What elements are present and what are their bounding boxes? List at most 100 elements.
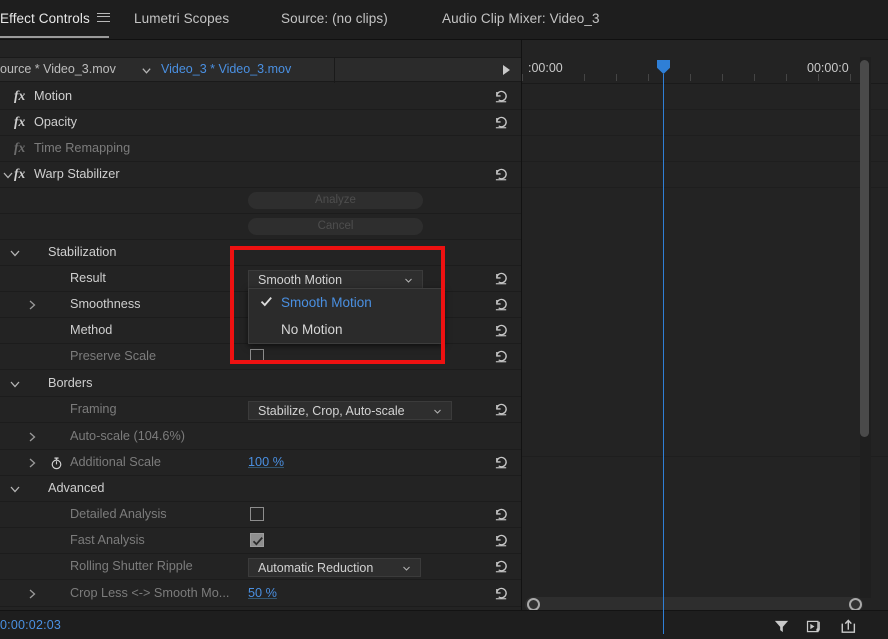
tab-lumetri-scopes[interactable]: Lumetri Scopes <box>134 11 229 26</box>
additional-scale-value[interactable]: 100 % <box>248 455 284 469</box>
vertical-scrollbar-thumb[interactable] <box>860 60 869 437</box>
dropdown-item-smooth-motion[interactable]: Smooth Motion <box>249 289 445 316</box>
reset-icon[interactable] <box>494 297 509 312</box>
twirl-right-icon[interactable] <box>26 431 38 443</box>
param-row-additional-scale[interactable]: Additional Scale 100 % <box>0 450 521 476</box>
chevron-down-icon <box>432 407 443 416</box>
tab-audio-clip-mixer[interactable]: Audio Clip Mixer: Video_3 <box>442 11 600 26</box>
filter-funnel-icon[interactable] <box>773 618 790 635</box>
reset-icon[interactable] <box>494 402 509 417</box>
analyze-row: Analyze <box>0 188 521 214</box>
timeline-ruler[interactable]: :00:00 00:00:0 <box>522 57 888 84</box>
param-label: Rolling Shutter Ripple <box>70 559 193 573</box>
reset-icon[interactable] <box>494 271 509 286</box>
chevron-down-icon[interactable] <box>141 65 152 76</box>
fx-icon: fx <box>14 114 25 130</box>
reset-icon[interactable] <box>494 323 509 338</box>
result-dropdown-menu[interactable]: Smooth Motion No Motion <box>248 288 444 344</box>
tab-effect-controls[interactable]: Effect Controls <box>0 11 110 26</box>
twirl-down-icon[interactable] <box>2 169 14 181</box>
framing-combo[interactable]: Stabilize, Crop, Auto-scale <box>248 401 452 420</box>
param-label: Additional Scale <box>70 455 161 469</box>
param-label: Framing <box>70 402 117 416</box>
stopwatch-icon[interactable] <box>50 456 63 470</box>
effect-label: Warp Stabilizer <box>34 167 120 181</box>
detailed-analysis-checkbox[interactable] <box>250 507 264 521</box>
fx-icon: fx <box>14 88 25 104</box>
param-row-detailed-analysis[interactable]: Detailed Analysis <box>0 502 521 528</box>
header-divider <box>334 58 335 83</box>
effect-controls-timeline: :00:00 00:00:0 <box>521 40 888 610</box>
checkmark-icon <box>260 295 273 308</box>
param-row-crop-less-smooth-motion[interactable]: Crop Less <-> Smooth Mo... 50 % <box>0 581 521 607</box>
dropdown-item-label: Smooth Motion <box>281 295 372 310</box>
section-label: Stabilization <box>48 245 116 259</box>
effect-controls-header: ource * Video_3.mov Video_3 * Video_3.mo… <box>0 57 521 82</box>
timecode-display[interactable]: 0:00:02:03 <box>0 618 61 632</box>
twirl-right-icon[interactable] <box>26 299 38 311</box>
dropdown-item-no-motion[interactable]: No Motion <box>249 316 445 343</box>
param-label: Method <box>70 323 112 337</box>
section-borders[interactable]: Borders <box>0 371 521 397</box>
effect-row-warp-stabilizer[interactable]: fx Warp Stabilizer <box>0 162 521 188</box>
status-bar: 0:00:02:03 <box>0 610 888 639</box>
framing-combo-value: Stabilize, Crop, Auto-scale <box>258 403 405 420</box>
param-row-rolling-shutter-ripple[interactable]: Rolling Shutter Ripple Automatic Reducti… <box>0 554 521 580</box>
effect-label: Motion <box>34 89 72 103</box>
analyze-button[interactable]: Analyze <box>248 192 423 209</box>
export-frame-icon[interactable] <box>840 618 857 635</box>
param-label: Result <box>70 271 106 285</box>
reset-icon[interactable] <box>494 533 509 548</box>
timeline-track-area[interactable] <box>522 84 888 588</box>
premiere-effect-controls-window: Effect Controls Lumetri Scopes Source: (… <box>0 0 888 639</box>
section-stabilization[interactable]: Stabilization <box>0 240 521 266</box>
param-row-framing[interactable]: Framing Stabilize, Crop, Auto-scale <box>0 397 521 423</box>
param-label: Preserve Scale <box>70 349 156 363</box>
sequence-name-label[interactable]: Video_3 * Video_3.mov <box>161 62 291 76</box>
rolling-shutter-combo[interactable]: Automatic Reduction <box>248 558 421 577</box>
twirl-down-icon[interactable] <box>9 378 21 390</box>
reset-icon[interactable] <box>494 349 509 364</box>
cancel-button[interactable]: Cancel <box>248 218 423 235</box>
reset-icon[interactable] <box>494 507 509 522</box>
effect-row-opacity[interactable]: fx Opacity <box>0 110 521 136</box>
reset-icon[interactable] <box>494 89 509 104</box>
hamburger-menu-icon[interactable] <box>97 13 110 22</box>
section-label: Borders <box>48 376 92 390</box>
vertical-scrollbar-track[interactable] <box>860 57 871 598</box>
fast-analysis-checkbox[interactable] <box>250 533 264 547</box>
reset-icon[interactable] <box>494 559 509 574</box>
cancel-row: Cancel <box>0 214 521 240</box>
effect-row-time-remapping[interactable]: fx Time Remapping <box>0 136 521 162</box>
twirl-right-icon[interactable] <box>26 457 38 469</box>
param-row-auto-scale[interactable]: Auto-scale (104.6%) <box>0 424 521 450</box>
chevron-down-icon <box>401 564 412 573</box>
result-combo[interactable]: Smooth Motion <box>248 270 423 289</box>
reset-icon[interactable] <box>494 586 509 601</box>
play-triangle-icon[interactable] <box>503 65 510 75</box>
clip-name-label[interactable]: ource * Video_3.mov <box>0 62 116 76</box>
twirl-down-icon[interactable] <box>9 483 21 495</box>
play-audio-icon[interactable] <box>806 618 823 635</box>
section-label: Advanced <box>48 481 104 495</box>
playhead-line <box>663 74 664 634</box>
checkmark-icon <box>251 534 265 548</box>
param-row-fast-analysis[interactable]: Fast Analysis <box>0 528 521 554</box>
param-row-preserve-scale[interactable]: Preserve Scale <box>0 344 521 370</box>
chevron-down-icon <box>403 276 414 285</box>
effect-row-motion[interactable]: fx Motion <box>0 84 521 110</box>
reset-icon[interactable] <box>494 115 509 130</box>
reset-icon[interactable] <box>494 455 509 470</box>
result-combo-value: Smooth Motion <box>258 272 342 289</box>
twirl-right-icon[interactable] <box>26 588 38 600</box>
fx-icon: fx <box>14 166 25 182</box>
twirl-down-icon[interactable] <box>9 247 21 259</box>
tab-source[interactable]: Source: (no clips) <box>281 11 388 26</box>
param-label: Auto-scale (104.6%) <box>70 429 185 443</box>
effect-label: Opacity <box>34 115 77 129</box>
reset-icon[interactable] <box>494 167 509 182</box>
preserve-scale-checkbox[interactable] <box>250 349 264 363</box>
section-advanced[interactable]: Advanced <box>0 476 521 502</box>
panel-tab-bar: Effect Controls Lumetri Scopes Source: (… <box>0 0 888 40</box>
crop-less-value[interactable]: 50 % <box>248 586 277 600</box>
